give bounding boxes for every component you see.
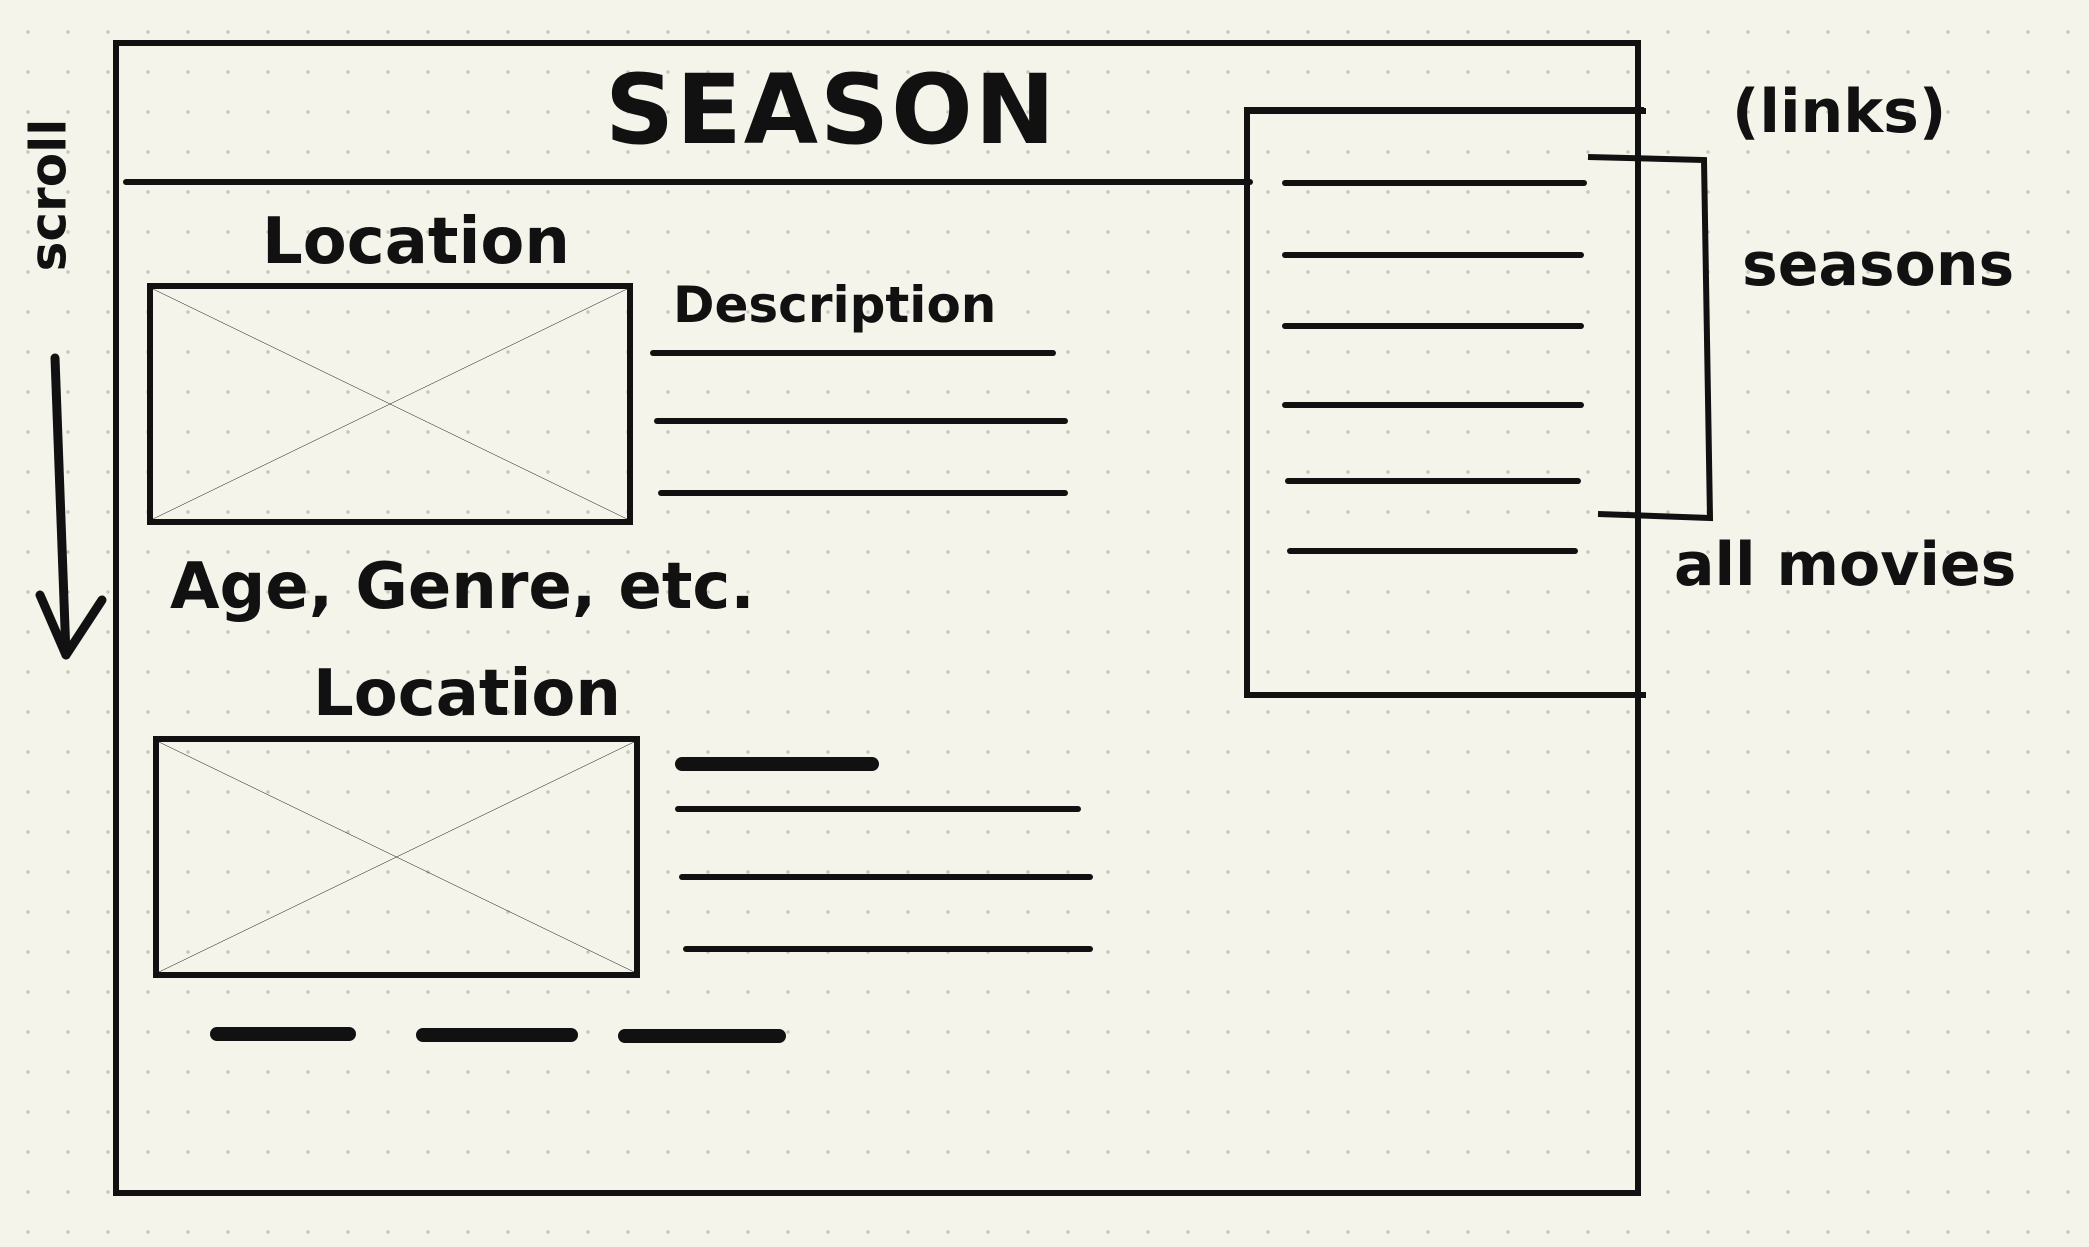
metadata-label: Age, Genre, etc.	[170, 550, 755, 624]
sidebar-link[interactable]	[1287, 548, 1578, 554]
image-placeholder-cross-icon	[159, 742, 634, 972]
location-label: Location	[313, 657, 621, 731]
sidebar-link[interactable]	[1282, 180, 1587, 186]
scroll-annotation: scroll	[19, 118, 78, 272]
all-movies-annotation: all movies	[1674, 530, 2017, 600]
location-label: Location	[262, 205, 570, 279]
links-bracket	[1587, 154, 1714, 522]
location-image-placeholder	[153, 736, 640, 978]
description-text-line	[650, 350, 1056, 356]
sidebar-link[interactable]	[1282, 323, 1584, 329]
description-text-line	[679, 874, 1093, 880]
sidebar-link[interactable]	[1282, 252, 1584, 258]
metadata-placeholder-bar	[210, 1027, 356, 1041]
description-text-line	[675, 806, 1081, 812]
metadata-placeholder-bar	[618, 1029, 786, 1043]
description-label: Description	[673, 276, 997, 334]
description-heading-bar	[675, 757, 879, 771]
description-text-line	[683, 946, 1093, 952]
links-annotation: (links)	[1732, 77, 1947, 147]
location-image-placeholder	[147, 283, 633, 525]
sidebar-link[interactable]	[1285, 478, 1581, 484]
seasons-annotation: seasons	[1742, 230, 2015, 300]
sidebar-top-edge	[1244, 107, 1644, 113]
sidebar-link[interactable]	[1282, 402, 1584, 408]
description-text-line	[654, 418, 1068, 424]
header-divider	[123, 179, 1253, 185]
page-title: SEASON	[605, 54, 1058, 166]
scroll-down-arrow-icon	[35, 353, 107, 660]
image-placeholder-cross-icon	[153, 289, 627, 519]
metadata-placeholder-bar	[416, 1028, 578, 1042]
description-text-line	[658, 490, 1068, 496]
